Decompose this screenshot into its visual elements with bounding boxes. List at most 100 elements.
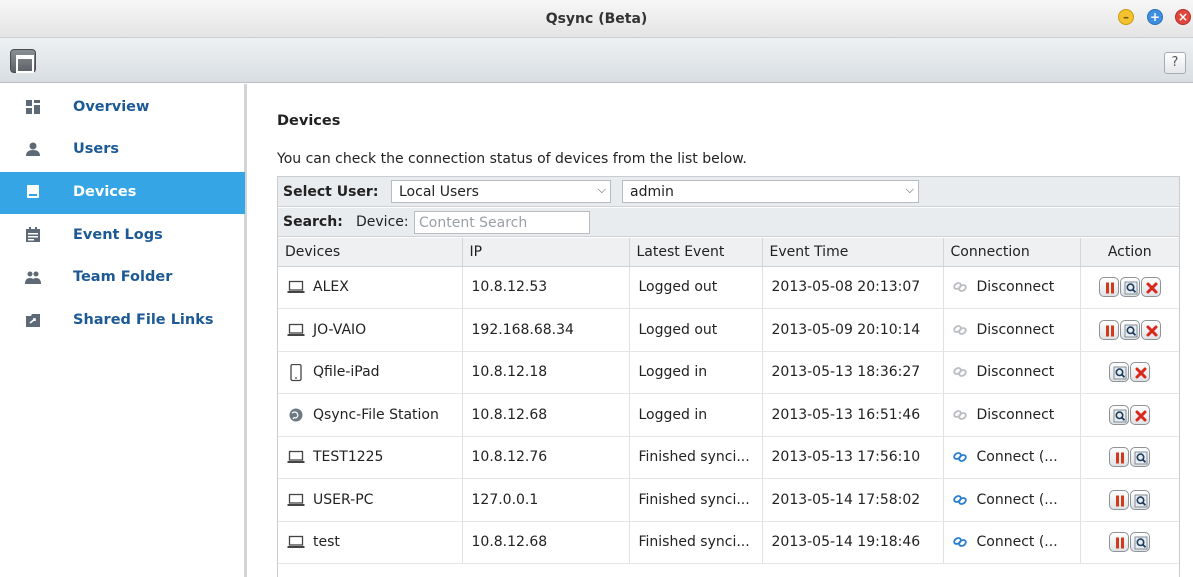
latest-event-cell: Logged in (629, 351, 763, 394)
minimize-button[interactable]: – (1118, 9, 1134, 25)
delete-button[interactable] (1130, 404, 1151, 425)
ip-cell: 10.8.12.53 (462, 266, 630, 309)
column-header-devices[interactable]: Devices (278, 238, 463, 267)
event-time-cell: 2013-05-13 18:36:27 (762, 351, 944, 394)
view-button[interactable] (1119, 277, 1140, 298)
action-cell (1080, 308, 1179, 352)
view-button[interactable] (1119, 319, 1140, 340)
table-row[interactable]: ALEX 10.8.12.53 Logged out 2013-05-08 20… (278, 266, 1179, 309)
sidebar-item-label: Team Folder (73, 269, 173, 285)
device-name: USER-PC (313, 491, 374, 508)
device-name: Qfile-iPad (313, 364, 380, 381)
close-button[interactable]: × (1175, 9, 1191, 25)
link-icon (952, 494, 967, 505)
pause-button[interactable] (1109, 532, 1130, 553)
link-icon (952, 367, 967, 378)
delete-button[interactable] (1140, 277, 1161, 298)
page-title: Devices (277, 113, 341, 129)
user-type-select[interactable]: Local Users ⌵ (391, 180, 611, 203)
column-header-ip[interactable]: IP (462, 238, 630, 267)
select-user-label: Select User: (283, 184, 379, 200)
connection-cell: Connect (... (943, 521, 1081, 564)
sidebar-item-devices[interactable]: Devices (0, 172, 245, 214)
link-icon (952, 282, 967, 293)
connection-status: Disconnect (976, 406, 1055, 423)
column-header-connection[interactable]: Connection (943, 238, 1081, 267)
event-logs-icon (26, 227, 40, 242)
sidebar-item-shared-file-links[interactable]: Shared File Links (0, 300, 245, 342)
connection-cell: Disconnect (943, 266, 1081, 309)
users-icon (26, 142, 40, 156)
sidebar-item-users[interactable]: Users (0, 129, 245, 171)
globe-icon (287, 407, 305, 423)
sidebar-item-team-folder[interactable]: Team Folder (0, 257, 245, 299)
connection-cell: Disconnect (943, 393, 1081, 437)
latest-event-cell: Logged in (629, 393, 763, 437)
ip-cell: 10.8.12.68 (462, 393, 630, 437)
connection-status: Disconnect (976, 321, 1055, 338)
help-button[interactable]: ? (1164, 52, 1186, 74)
view-button[interactable] (1130, 489, 1151, 510)
device-cell: test (278, 521, 463, 564)
view-button[interactable] (1109, 404, 1130, 425)
chevron-down-icon: ⌵ (905, 183, 914, 196)
action-cell (1080, 436, 1179, 479)
delete-button[interactable] (1130, 362, 1151, 383)
column-header-event-time[interactable]: Event Time (762, 238, 944, 267)
connection-cell: Disconnect (943, 308, 1081, 352)
column-header-latest-event[interactable]: Latest Event (629, 238, 763, 267)
connection-cell: Connect (... (943, 478, 1081, 522)
shared-links-icon (26, 314, 40, 327)
device-cell: USER-PC (278, 478, 463, 522)
user-select[interactable]: admin ⌵ (622, 180, 919, 203)
maximize-button[interactable]: + (1147, 9, 1163, 25)
device-cell: Qfile-iPad (278, 351, 463, 394)
sidebar-item-label: Event Logs (73, 227, 163, 243)
filter-bar: Select User: Local Users ⌵ admin ⌵ (278, 177, 1179, 207)
connection-cell: Disconnect (943, 351, 1081, 394)
devices-panel: Select User: Local Users ⌵ admin ⌵ Searc… (277, 176, 1180, 577)
team-folder-icon (25, 271, 41, 284)
action-cell (1080, 393, 1179, 437)
action-cell (1080, 478, 1179, 522)
table-row[interactable]: TEST1225 10.8.12.76 Finished synci... 20… (278, 436, 1179, 479)
sidebar-item-label: Devices (73, 184, 137, 200)
sidebar-item-event-logs[interactable]: Event Logs (0, 215, 245, 257)
app-window-icon[interactable] (10, 49, 36, 73)
connection-status: Connect (... (976, 449, 1058, 466)
chevron-down-icon: ⌵ (597, 183, 606, 196)
table-row[interactable]: Qsync-File Station 10.8.12.68 Logged in … (278, 393, 1179, 437)
pause-button[interactable] (1098, 277, 1119, 298)
view-button[interactable] (1130, 447, 1151, 468)
delete-button[interactable] (1140, 319, 1161, 340)
sidebar-item-overview[interactable]: Overview (0, 87, 245, 129)
laptop-icon (287, 449, 305, 465)
table-row[interactable]: test 10.8.12.68 Finished synci... 2013-0… (278, 521, 1179, 564)
event-time-cell: 2013-05-13 16:51:46 (762, 393, 944, 437)
table-row[interactable]: Qfile-iPad 10.8.12.18 Logged in 2013-05-… (278, 351, 1179, 394)
ip-cell: 127.0.0.1 (462, 478, 630, 522)
view-button[interactable] (1109, 362, 1130, 383)
toolbar: ? (0, 38, 1193, 83)
latest-event-cell: Logged out (629, 308, 763, 352)
ip-cell: 10.8.12.76 (462, 436, 630, 479)
table-row[interactable]: USER-PC 127.0.0.1 Finished synci... 2013… (278, 478, 1179, 522)
window-title: Qsync (Beta) (545, 11, 648, 27)
latest-event-cell: Finished synci... (629, 478, 763, 522)
view-button[interactable] (1130, 532, 1151, 553)
devices-table: Devices IP Latest Event Event Time Conne… (278, 238, 1179, 564)
sidebar-item-label: Overview (73, 99, 150, 115)
device-search-input[interactable] (414, 211, 590, 234)
laptop-icon (287, 279, 305, 295)
tablet-icon (287, 364, 305, 382)
event-time-cell: 2013-05-14 19:18:46 (762, 521, 944, 564)
laptop-icon (287, 492, 305, 508)
pause-button[interactable] (1109, 447, 1130, 468)
pause-button[interactable] (1109, 489, 1130, 510)
latest-event-cell: Finished synci... (629, 436, 763, 479)
action-cell (1080, 351, 1179, 394)
action-cell (1080, 521, 1179, 564)
laptop-icon (287, 534, 305, 550)
pause-button[interactable] (1098, 319, 1119, 340)
table-row[interactable]: JO-VAIO 192.168.68.34 Logged out 2013-05… (278, 308, 1179, 352)
